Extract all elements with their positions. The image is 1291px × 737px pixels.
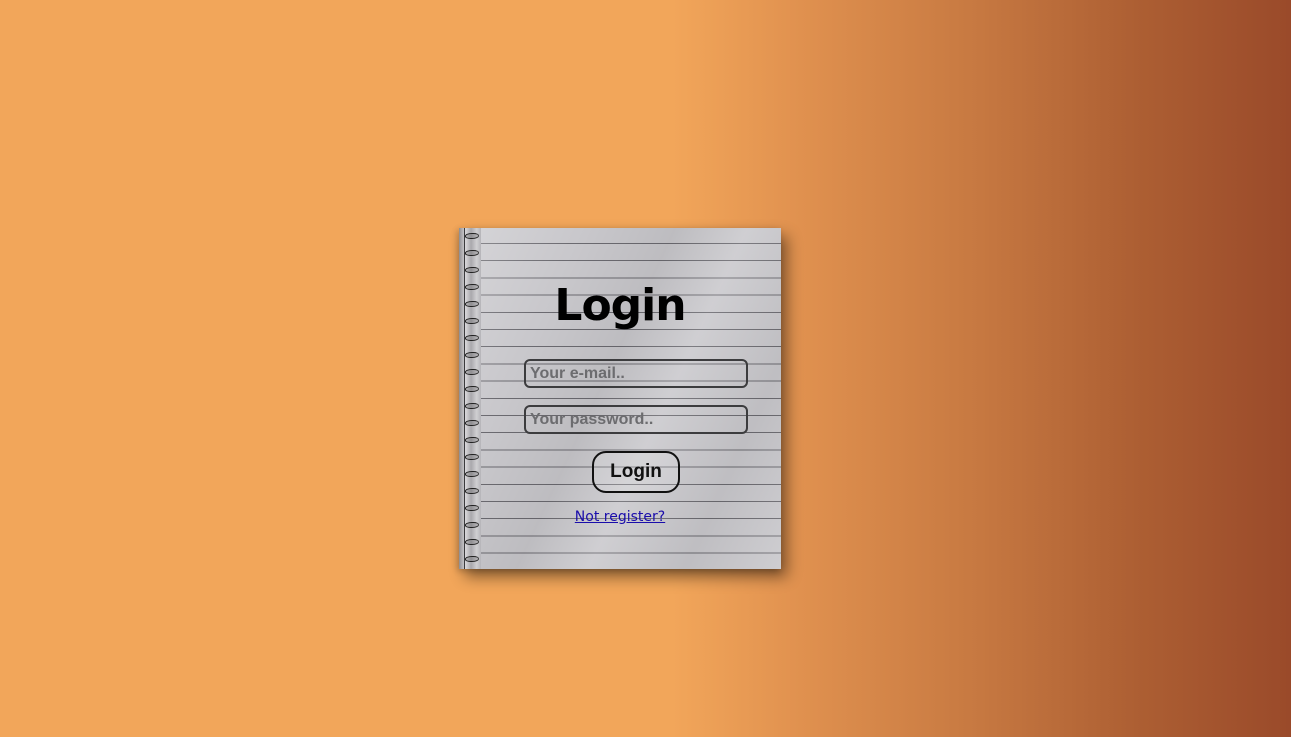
binding-ring	[465, 335, 479, 341]
binding-ring	[465, 539, 479, 545]
login-button[interactable]: Login	[592, 451, 680, 493]
login-notebook-card: Login Login Not register?	[459, 228, 781, 569]
binding-ring	[465, 369, 479, 375]
binding-ring	[465, 454, 479, 460]
page-background: { "login_card": { "title": "Login", "ema…	[0, 0, 1291, 737]
binding-ring	[465, 420, 479, 426]
binding-ring	[465, 250, 479, 256]
binding-ring	[465, 403, 479, 409]
binding-ring	[465, 488, 479, 494]
binding-ring	[465, 471, 479, 477]
password-field[interactable]	[524, 405, 748, 434]
binding-ring	[465, 352, 479, 358]
login-title: Login	[554, 280, 686, 331]
register-link-container: Not register?	[459, 509, 781, 525]
binding-ring	[465, 267, 479, 273]
binding-ring	[465, 386, 479, 392]
not-register-link[interactable]: Not register?	[575, 509, 665, 525]
email-field[interactable]	[524, 359, 748, 388]
binding-ring	[465, 556, 479, 562]
binding-ring	[465, 437, 479, 443]
binding-ring	[465, 233, 479, 239]
